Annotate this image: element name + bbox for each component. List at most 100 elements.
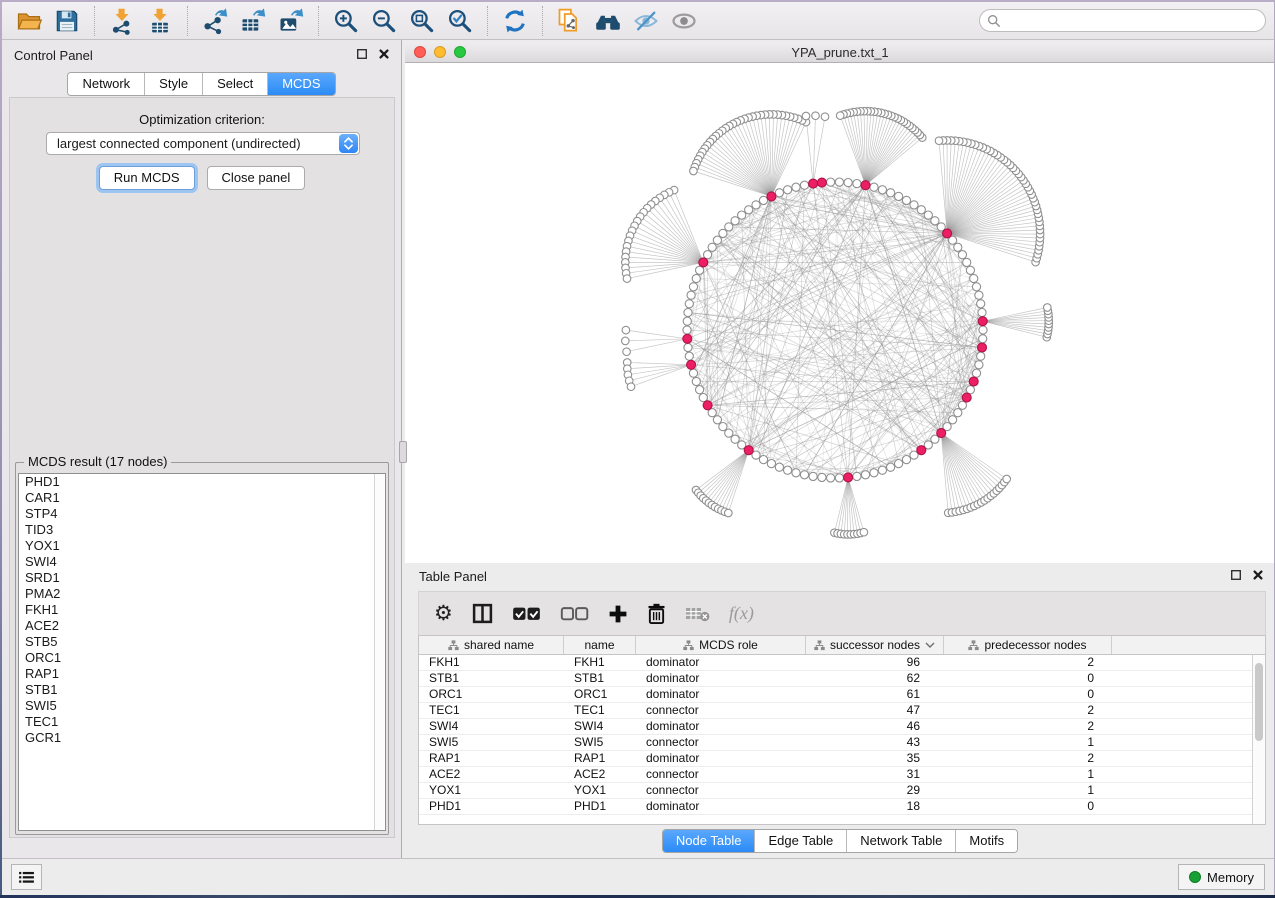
graph-node[interactable] [792,183,800,191]
graph-node[interactable] [978,317,987,326]
refresh-icon[interactable] [496,4,534,37]
graph-node[interactable] [827,474,835,482]
table-row[interactable]: TEC1TEC1connector472 [419,703,1252,719]
graph-node[interactable] [861,471,869,479]
graph-node[interactable] [738,211,746,219]
graph-node[interactable] [844,473,853,482]
column-header-name[interactable]: name [564,636,636,654]
graph-node[interactable] [895,460,903,468]
graph-node[interactable] [759,456,767,464]
graph-node[interactable] [935,137,943,145]
graph-node[interactable] [812,112,820,120]
mcds-result-node[interactable]: ORC1 [19,650,385,666]
graph-node[interactable] [844,179,852,187]
mcds-result-node[interactable]: ACE2 [19,618,385,634]
graph-node[interactable] [685,352,693,360]
graph-node[interactable] [784,186,792,194]
graph-node[interactable] [767,192,776,201]
mcds-result-node[interactable]: CAR1 [19,490,385,506]
graph-node[interactable] [853,472,861,480]
mcds-result-node[interactable]: STB5 [19,634,385,650]
graph-node[interactable] [683,334,692,343]
network-graph[interactable] [405,63,1275,563]
graph-node[interactable] [725,509,733,517]
graph-node[interactable] [767,460,775,468]
graph-node[interactable] [972,369,980,377]
table-row[interactable]: STB1STB1dominator620 [419,671,1252,687]
graph-node[interactable] [684,308,692,316]
export-table-icon[interactable] [234,4,272,37]
close-table-panel-icon[interactable] [1251,568,1265,582]
graph-node[interactable] [817,178,826,187]
tab-motifs[interactable]: Motifs [956,830,1017,852]
network-canvas[interactable] [405,63,1275,563]
table-scrollbar-thumb[interactable] [1255,663,1263,741]
graph-node[interactable] [977,300,985,308]
graph-node[interactable] [970,274,978,282]
graph-node[interactable] [627,383,635,391]
save-session-icon[interactable] [48,4,86,37]
mcds-result-node[interactable]: GCR1 [19,730,385,746]
graph-node[interactable] [949,416,957,424]
search-box[interactable] [979,9,1266,32]
graph-node[interactable] [792,469,800,477]
graph-node[interactable] [684,343,692,351]
graph-node[interactable] [975,291,983,299]
graph-node[interactable] [683,317,691,325]
tab-style[interactable]: Style [145,73,203,95]
delete-column-icon[interactable] [647,603,666,625]
mcds-result-node[interactable]: STP4 [19,506,385,522]
close-panel-button[interactable]: Close panel [207,166,306,190]
graph-node[interactable] [853,180,861,188]
tab-network-table[interactable]: Network Table [847,830,956,852]
zoom-in-icon[interactable] [327,4,365,37]
graph-node[interactable] [818,473,826,481]
graph-node[interactable] [977,352,985,360]
mcds-result-node[interactable]: SWI4 [19,554,385,570]
mcds-result-node[interactable]: SRD1 [19,570,385,586]
mcds-result-node[interactable]: FKH1 [19,602,385,618]
graph-node[interactable] [917,446,926,455]
graph-node[interactable] [622,337,630,345]
graph-node[interactable] [703,401,712,410]
graph-node[interactable] [696,266,704,274]
import-network-icon[interactable] [103,4,141,37]
column-header-MCDS-role[interactable]: MCDS role [636,636,806,654]
graph-node[interactable] [836,112,844,120]
graph-node[interactable] [689,369,697,377]
graph-node[interactable] [887,189,895,197]
close-panel-icon[interactable] [377,47,391,61]
table-settings-icon[interactable]: ⚙ [434,603,453,624]
mcds-result-list[interactable]: PHD1CAR1STP4TID3YOX1SWI4SRD1PMA2FKH1ACE2… [18,473,386,831]
graph-node[interactable] [963,258,971,266]
task-history-button[interactable] [11,864,42,890]
graph-node[interactable] [731,217,739,225]
tab-network[interactable]: Network [68,73,145,95]
float-panel-icon[interactable] [355,47,369,61]
tab-mcds[interactable]: MCDS [268,73,334,95]
graph-node[interactable] [775,189,783,197]
graph-node[interactable] [835,178,843,186]
search-input[interactable] [1006,13,1258,28]
graph-node[interactable] [623,348,631,356]
mcds-result-node[interactable]: SWI5 [19,698,385,714]
table-row[interactable]: ACE2ACE2connector311 [419,767,1252,783]
graph-node[interactable] [683,326,691,334]
add-column-icon[interactable] [608,604,628,624]
graph-node[interactable] [719,423,727,431]
graph-node[interactable] [685,300,693,308]
graph-node[interactable] [802,112,810,120]
graph-node[interactable] [622,326,630,334]
column-header-shared-name[interactable]: shared name [419,636,564,654]
export-network-icon[interactable] [196,4,234,37]
table-row[interactable]: ORC1ORC1dominator610 [419,687,1252,703]
table-row[interactable]: RAP1RAP1dominator352 [419,751,1252,767]
graph-node[interactable] [954,243,962,251]
table-row[interactable]: FKH1FKH1dominator962 [419,655,1252,671]
graph-node[interactable] [692,377,700,385]
import-table-icon[interactable] [141,4,179,37]
graph-node[interactable] [975,361,983,369]
table-row[interactable]: PHD1PHD1dominator180 [419,799,1252,815]
graph-node[interactable] [800,181,808,189]
tab-select[interactable]: Select [203,73,268,95]
